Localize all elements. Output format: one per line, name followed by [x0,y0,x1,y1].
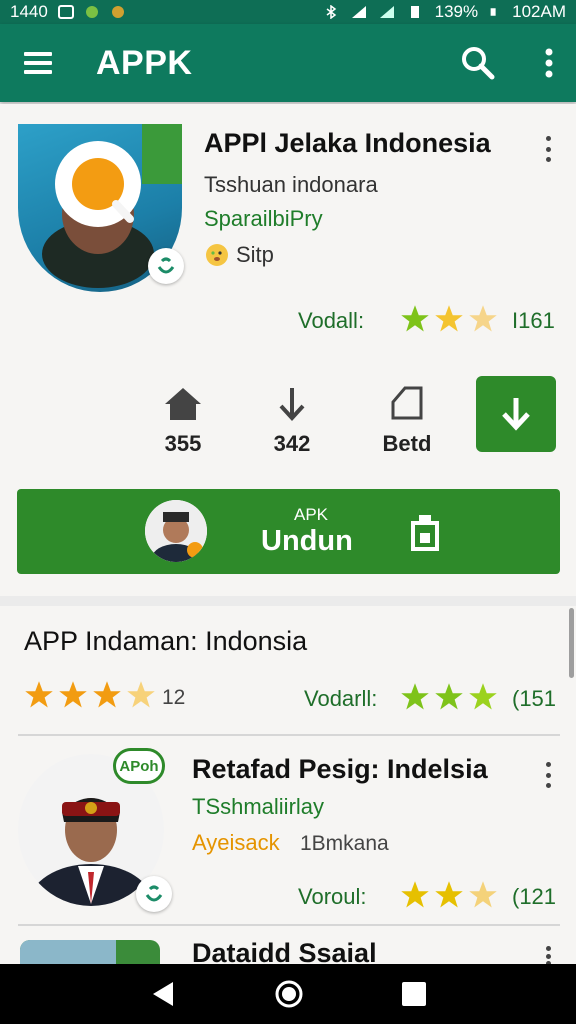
star-icon [59,681,87,708]
status-clock: 102AM [512,2,566,21]
app-notification-icon [85,6,98,18]
tag-icon [391,386,423,420]
star-icon [469,683,497,710]
overflow-menu-icon[interactable] [544,47,554,79]
star-icon [93,681,121,708]
stat-value: Betd [382,431,432,456]
star-icon [435,305,463,332]
battery-small-icon [410,6,419,18]
message-icon [57,5,74,19]
battery-percent: 139% [434,2,479,21]
search-icon[interactable] [460,45,496,81]
rating-label: Vodall: [298,308,365,333]
app-title[interactable]: APPl Jelaka Indonesia [204,128,491,159]
divider [18,924,560,926]
featured-app-card[interactable]: APPl Jelaka Indonesia Tsshuan indonara S… [0,104,576,596]
button-small-label: APK [294,505,329,524]
list-item-size: 1Bmkana [300,832,389,855]
app-subtitle: Tsshuan indonara [204,172,378,197]
app-title: APPK [96,43,193,82]
developer-avatar [145,500,207,562]
star-icon [401,683,429,710]
star-half-icon [127,681,155,708]
apk-download-button[interactable]: APK Undun [17,489,560,574]
signal-icon [351,6,366,18]
home-icon [165,388,201,420]
star-icon [25,681,53,708]
list-item-rating-label: Voroul: [298,884,367,909]
section-rating-stars [24,680,156,710]
app-notification-icon [111,6,124,18]
stat-home[interactable]: 355 [143,386,223,457]
divider [18,734,560,736]
verified-badge-icon [136,876,172,912]
button-large-label: Undun [261,525,353,557]
list-item-rating-stars [400,880,498,910]
star-half-icon [469,881,497,908]
recents-icon[interactable] [401,981,427,1007]
app-category[interactable]: SparailbiPry [204,206,323,232]
section-rating-count-right: (151 [512,686,557,711]
verified-badge-icon [148,248,184,284]
home-button-icon[interactable] [274,979,304,1009]
rating-stars [400,304,498,334]
stat-value: 342 [273,431,311,456]
list-item-subtitle: TSshmaliirlay [192,794,325,819]
signal-icon [379,6,394,18]
list-item-options-icon[interactable] [542,762,554,788]
navigation-bar [0,964,576,1024]
star-icon [435,881,463,908]
list-item-rating-count: (121 [512,884,557,909]
scrollbar[interactable] [569,608,574,678]
app-list-card: APP Indaman: Indonsia 12 Vodarll: (151 A… [0,606,576,966]
emoji-icon [206,244,228,266]
package-icon [411,515,439,551]
app-bar: APPK [0,24,576,102]
status-time-left: 1440 [10,2,48,21]
apk-badge: APoh [113,748,165,784]
section-rating-count: 12 [162,686,186,709]
download-arrow-icon [279,388,305,421]
section-rating-stars-right [400,682,498,712]
app-tag: Sitp [236,242,274,267]
section-title: APP Indaman: Indonsia [24,626,308,656]
download-icon [502,398,530,431]
stat-tag[interactable]: Betd [367,386,447,457]
section-rating-label: Vodarll: [304,686,378,711]
stat-value: 355 [164,431,202,456]
list-item-title[interactable]: Retafad Pesig: Indelsia [192,754,488,785]
rating-count: I161 [512,308,555,333]
quick-download-button[interactable] [476,376,556,452]
menu-icon[interactable] [22,49,56,77]
list-item-developer[interactable]: Ayeisack [192,830,280,856]
star-icon [401,881,429,908]
star-icon [401,305,429,332]
bluetooth-icon [326,5,336,19]
battery-icon [490,8,496,16]
star-icon [435,683,463,710]
stat-downloads[interactable]: 342 [252,386,332,457]
back-icon[interactable] [149,980,177,1008]
app-options-icon[interactable] [542,136,554,162]
list-item-options-icon[interactable] [542,946,554,966]
status-bar: 1440 139% 102AM [0,0,576,24]
list-item-title[interactable]: Dataidd Ssaial [192,938,377,966]
app-icon-image[interactable] [20,940,160,966]
star-icon [469,305,497,332]
